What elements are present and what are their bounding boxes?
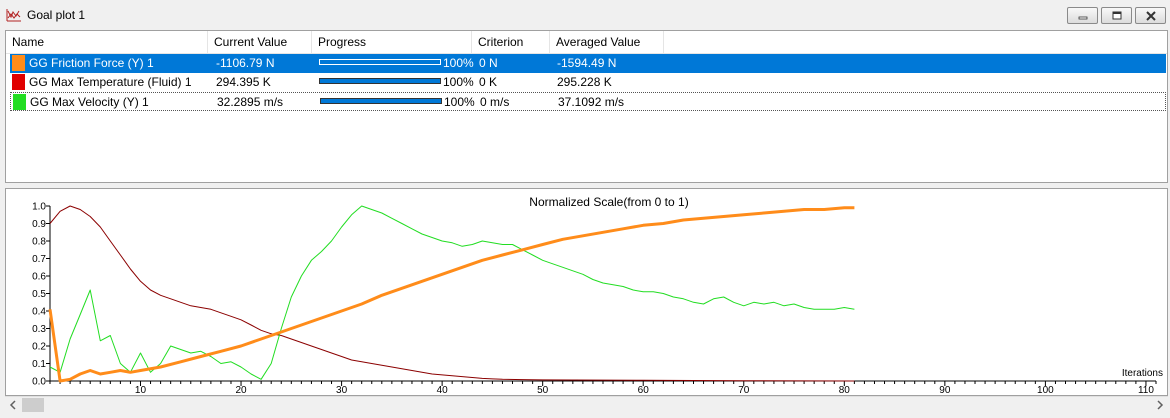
x-tick-label: 90 <box>939 385 951 395</box>
x-tick-label: 30 <box>336 385 348 395</box>
x-tick-label: 100 <box>1037 385 1054 395</box>
chart-title: Normalized Scale(from 0 to 1) <box>529 195 688 209</box>
series-line-2 <box>48 206 855 383</box>
goal-row[interactable]: GG Friction Force (Y) 1 -1106.79 N 100% … <box>10 54 1166 73</box>
column-header-row: Name Current Value Progress Criterion Av… <box>6 31 1167 54</box>
title-bar: Goal plot 1 <box>0 0 1170 30</box>
progress-label: 100% <box>444 95 475 109</box>
criterion: 0 N <box>479 56 498 70</box>
y-tick-label: 0.1 <box>32 359 46 370</box>
progress-label: 100% <box>443 56 474 70</box>
x-tick-label: 110 <box>1138 385 1154 395</box>
x-tick-label: 40 <box>437 385 449 395</box>
series-color-swatch <box>12 74 25 90</box>
scroll-right-icon <box>1157 400 1164 410</box>
restore-icon <box>1112 11 1121 19</box>
goal-name: GG Max Temperature (Fluid) 1 <box>29 75 192 89</box>
x-axis-label: Iterations <box>1122 368 1163 379</box>
close-button[interactable] <box>1135 7 1166 24</box>
goal-plot-chart: Normalized Scale(from 0 to 1) Iterations… <box>32 195 1163 395</box>
y-tick-label: 0.7 <box>32 254 46 265</box>
criterion: 0 m/s <box>480 95 510 109</box>
series-line-1 <box>49 205 855 380</box>
series-color-swatch <box>13 94 26 110</box>
y-tick-label: 0.0 <box>32 377 46 388</box>
progress-bar <box>319 78 441 84</box>
progress-label: 100% <box>443 75 474 89</box>
current-value: -1106.79 N <box>216 56 275 70</box>
x-tick-label: 70 <box>738 385 750 395</box>
y-tick-label: 0.9 <box>32 219 46 230</box>
minimize-button[interactable] <box>1067 7 1098 24</box>
x-tick-label: 60 <box>638 385 650 395</box>
goal-name: GG Max Velocity (Y) 1 <box>30 95 149 109</box>
goal-plot-chart-pane: Normalized Scale(from 0 to 1) Iterations… <box>5 188 1168 396</box>
goal-row[interactable]: GG Max Velocity (Y) 1 32.2895 m/s 100% 0… <box>10 92 1166 111</box>
y-tick-label: 0.3 <box>32 324 46 335</box>
restore-button[interactable] <box>1101 7 1132 24</box>
column-header-progress[interactable]: Progress <box>312 31 472 53</box>
goal-list: Name Current Value Progress Criterion Av… <box>5 30 1168 183</box>
averaged-value: 37.1092 m/s <box>558 95 625 109</box>
current-value: 32.2895 m/s <box>217 95 284 109</box>
x-tick-label: 80 <box>839 385 851 395</box>
y-tick-label: 0.8 <box>32 237 46 248</box>
progress-bar <box>319 59 441 65</box>
minimize-icon <box>1078 16 1087 19</box>
column-header-name[interactable]: Name <box>6 31 208 53</box>
scroll-left-icon <box>9 400 16 410</box>
y-tick-label: 0.5 <box>32 289 46 300</box>
series-color-swatch <box>12 55 25 71</box>
series-line-0 <box>49 205 855 382</box>
progress-bar <box>320 98 442 104</box>
goal-name: GG Friction Force (Y) 1 <box>29 56 154 70</box>
scroll-left-button[interactable] <box>5 397 22 413</box>
current-value: 294.395 K <box>216 75 271 89</box>
averaged-value: -1594.49 N <box>557 56 617 70</box>
y-tick-label: 1.0 <box>32 202 46 213</box>
y-tick-label: 0.6 <box>32 272 46 283</box>
column-header-criterion[interactable]: Criterion <box>472 31 550 53</box>
averaged-value: 295.228 K <box>557 75 612 89</box>
y-tick-label: 0.2 <box>32 342 46 353</box>
x-tick-label: 10 <box>135 385 147 395</box>
x-tick-label: 50 <box>537 385 549 395</box>
close-icon <box>1145 10 1156 21</box>
y-tick-label: 0.4 <box>32 307 46 318</box>
goal-plot-icon <box>6 9 21 22</box>
scroll-right-button[interactable] <box>1151 397 1168 413</box>
scroll-thumb[interactable] <box>22 398 44 412</box>
criterion: 0 K <box>479 75 498 89</box>
column-header-current-value[interactable]: Current Value <box>208 31 312 53</box>
horizontal-scrollbar[interactable] <box>5 396 1168 413</box>
window-title: Goal plot 1 <box>27 8 86 22</box>
goal-row[interactable]: GG Max Temperature (Fluid) 1 294.395 K 1… <box>10 73 1166 92</box>
x-tick-label: 20 <box>235 385 247 395</box>
column-header-averaged-value[interactable]: Averaged Value <box>550 31 664 53</box>
